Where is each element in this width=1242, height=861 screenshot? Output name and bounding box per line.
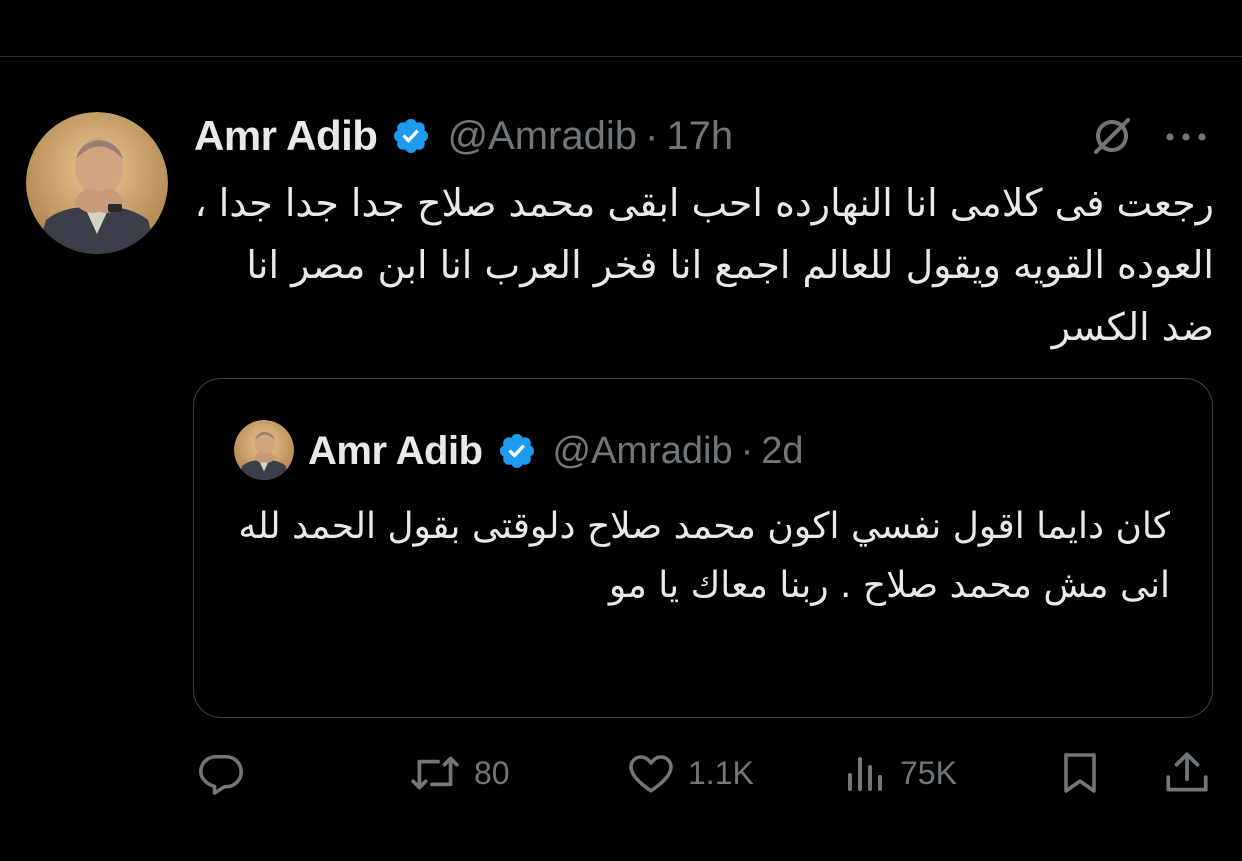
quoted-tweet-timestamp[interactable]: 2d bbox=[761, 430, 803, 473]
author-name[interactable]: Amr Adib bbox=[194, 112, 378, 160]
share-button[interactable] bbox=[1162, 745, 1212, 801]
tweet-text: رجعت فى كلامى انا النهارده احب ابقى محمد… bbox=[194, 181, 1214, 349]
retweet-count: 80 bbox=[474, 754, 510, 791]
more-options-icon[interactable] bbox=[1160, 117, 1212, 157]
like-count: 1.1K bbox=[688, 754, 754, 791]
quoted-author-avatar[interactable] bbox=[234, 420, 294, 480]
author-handle[interactable]: @Amradib bbox=[447, 114, 637, 159]
verified-badge-icon bbox=[391, 116, 431, 156]
tweet[interactable]: Amr Adib @Amradib · 17h رجعت فى كلامى ان… bbox=[0, 57, 1242, 861]
verified-badge-icon bbox=[497, 431, 537, 471]
tweet-timestamp[interactable]: 17h bbox=[666, 114, 733, 159]
bookmark-icon bbox=[1056, 748, 1104, 798]
tweet-header: Amr Adib @Amradib · 17h bbox=[194, 109, 733, 163]
retweet-button[interactable]: 80 bbox=[408, 745, 510, 801]
share-icon bbox=[1162, 748, 1212, 798]
quoted-tweet[interactable]: Amr Adib @Amradib · 2d كان دايما اقول نف… bbox=[193, 378, 1213, 718]
author-avatar[interactable] bbox=[26, 112, 168, 254]
quoted-tweet-header: Amr Adib @Amradib · 2d bbox=[308, 425, 804, 477]
grok-icon[interactable] bbox=[1088, 112, 1136, 160]
view-count: 75K bbox=[900, 754, 957, 791]
quoted-author-handle[interactable]: @Amradib bbox=[553, 430, 733, 473]
reply-icon bbox=[196, 748, 246, 798]
views-button[interactable]: 75K bbox=[844, 745, 957, 801]
retweet-icon bbox=[408, 748, 462, 798]
quoted-author-name[interactable]: Amr Adib bbox=[308, 429, 483, 474]
reply-button[interactable] bbox=[196, 745, 258, 801]
tweet-actions: 80 1.1K 75K bbox=[0, 745, 1242, 801]
like-icon bbox=[626, 748, 676, 798]
quoted-header-separator: · bbox=[740, 429, 754, 472]
views-icon bbox=[844, 748, 888, 798]
header-separator: · bbox=[645, 113, 659, 158]
quoted-tweet-text: كان دايما اقول نفسي اكون محمد صلاح دلوقت… bbox=[238, 506, 1170, 606]
like-button[interactable]: 1.1K bbox=[626, 745, 754, 801]
bookmark-button[interactable] bbox=[1056, 745, 1104, 801]
